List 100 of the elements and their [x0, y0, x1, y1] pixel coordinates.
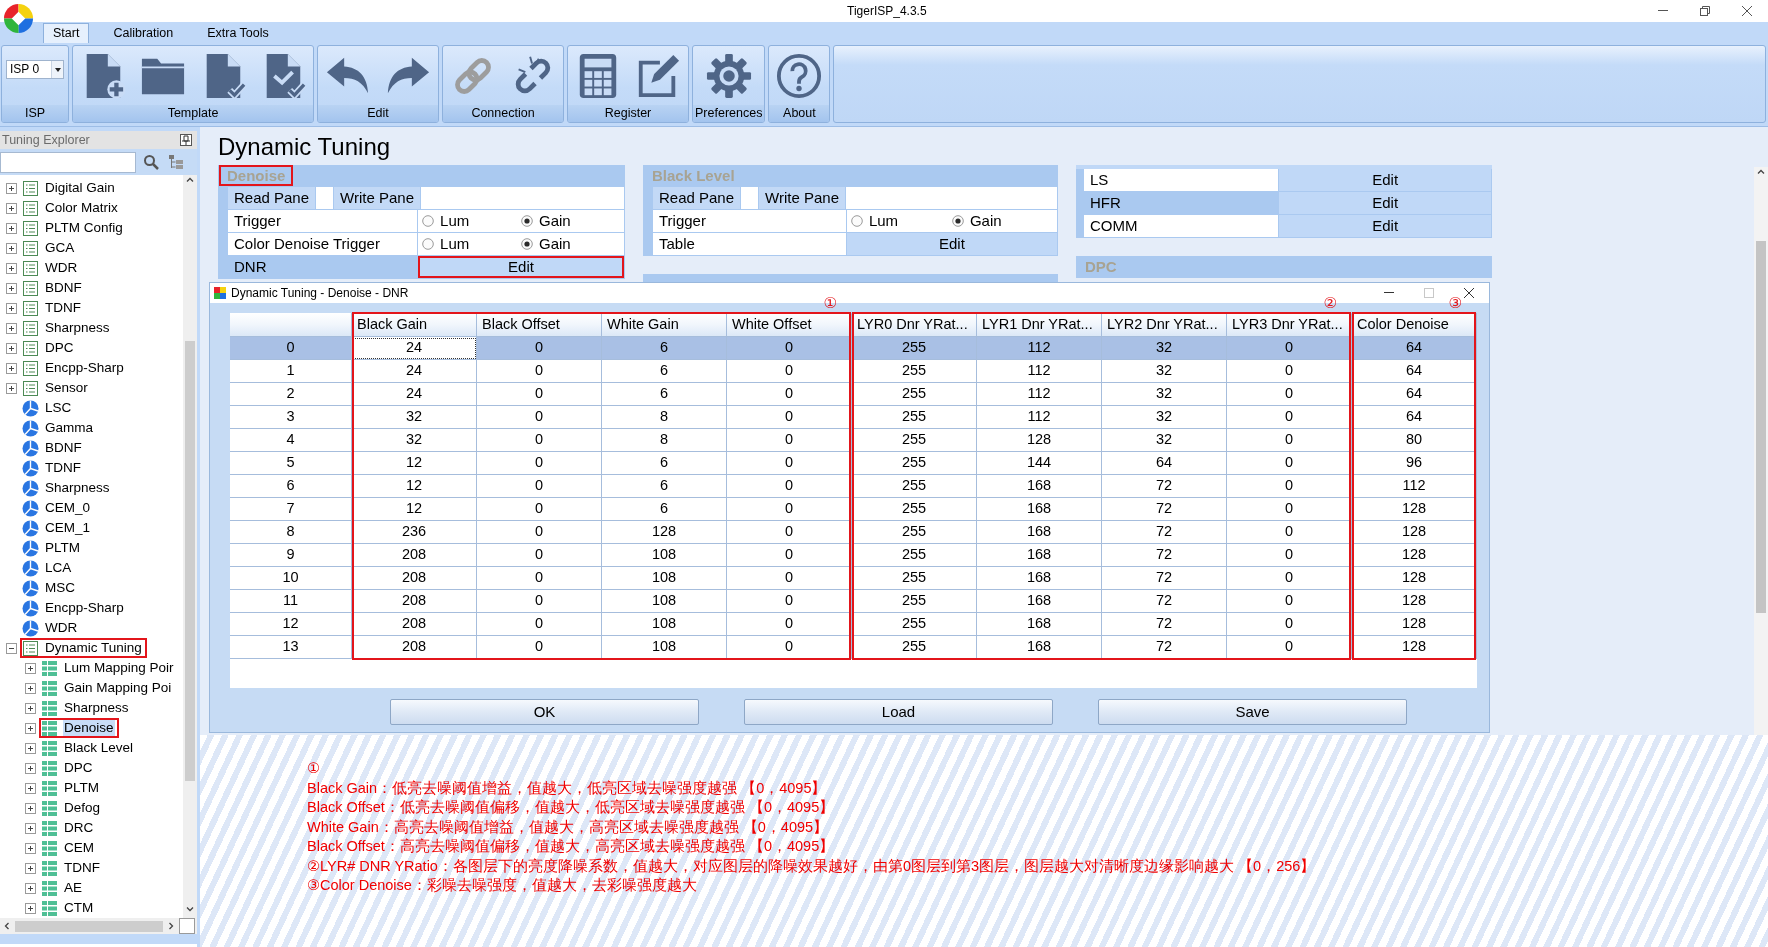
collapse-icon[interactable]	[6, 642, 17, 654]
expand-icon[interactable]	[25, 822, 36, 834]
expand-icon[interactable]	[25, 682, 36, 694]
pie-chart-icon	[22, 459, 39, 477]
expand-icon[interactable]	[25, 702, 36, 714]
tree-item[interactable]: Lum Mapping Poir	[39, 658, 179, 678]
expand-icon[interactable]	[25, 762, 36, 774]
edit-button[interactable]: Edit	[418, 256, 624, 278]
expand-icon[interactable]	[25, 862, 36, 874]
tree-item[interactable]: CTM	[39, 898, 99, 918]
expand-icon[interactable]	[25, 782, 36, 794]
dialog-button[interactable]: Load	[744, 699, 1053, 725]
tree-item[interactable]: Color Matrix	[20, 198, 123, 218]
edit-button[interactable]: Edit	[1279, 169, 1491, 191]
tree-item[interactable]: GCA	[20, 238, 80, 258]
expand-icon[interactable]	[6, 262, 17, 274]
dialog-button[interactable]: Save	[1098, 699, 1407, 725]
radio-button[interactable]	[521, 238, 534, 250]
tree-item[interactable]: BDNF	[20, 438, 87, 458]
tree-item[interactable]: BDNF	[20, 278, 87, 298]
radio-option[interactable]: Gain	[951, 212, 1053, 230]
search-field[interactable]	[0, 151, 136, 173]
tree-item[interactable]: CEM	[39, 838, 99, 858]
expand-icon[interactable]	[6, 182, 17, 194]
scroll-thumb[interactable]	[185, 341, 195, 781]
radio-button[interactable]	[850, 215, 863, 227]
radio-option[interactable]: Gain	[521, 212, 620, 230]
ribbon-tab[interactable]: Calibration	[103, 23, 184, 43]
tree-item[interactable]: Digital Gain	[20, 178, 120, 198]
tree-item[interactable]: LSC	[20, 398, 77, 418]
tree-item[interactable]: DPC	[39, 758, 98, 778]
radio-button[interactable]	[521, 215, 534, 227]
tree-item[interactable]: AE	[39, 878, 87, 898]
radio-button[interactable]	[422, 238, 435, 250]
edit-button[interactable]: Edit	[846, 233, 1057, 255]
expand-icon[interactable]	[25, 882, 36, 894]
tree-item[interactable]: WDR	[20, 258, 83, 278]
table-cell: 128	[1352, 636, 1477, 659]
expand-icon[interactable]	[6, 382, 17, 394]
tree-item[interactable]: TDNF	[20, 458, 86, 478]
tree-item[interactable]: Denoise	[39, 718, 119, 738]
scroll-thumb[interactable]	[1756, 241, 1766, 613]
radio-option[interactable]: Lum	[422, 235, 522, 253]
expand-icon[interactable]	[25, 842, 36, 854]
expand-icon[interactable]	[25, 722, 36, 734]
radio-button[interactable]	[422, 215, 435, 227]
annotation-marker: ③	[1448, 295, 1462, 311]
expand-icon[interactable]	[6, 322, 17, 334]
expand-icon[interactable]	[6, 362, 17, 374]
table-cell: 0	[727, 452, 852, 475]
tree-item[interactable]: Encpp-Sharp	[20, 598, 129, 618]
tree-item[interactable]: Sharpness	[20, 318, 115, 338]
tree-item[interactable]: DRC	[39, 818, 99, 838]
radio-option[interactable]: Lum	[850, 212, 952, 230]
tree-item[interactable]: Gain Mapping Poi	[39, 678, 177, 698]
tree-item[interactable]: PLTM	[20, 538, 85, 558]
tree-item[interactable]: TDNF	[20, 298, 86, 318]
scroll-thumb[interactable]	[15, 920, 163, 932]
edit-button[interactable]: Edit	[1279, 192, 1491, 214]
tree-item[interactable]: Sensor	[20, 378, 93, 398]
scroll-up-icon[interactable]	[1756, 167, 1766, 177]
expand-icon[interactable]	[25, 802, 36, 814]
tree-item[interactable]: WDR	[20, 618, 83, 638]
tree-item[interactable]: MSC	[20, 578, 80, 598]
expand-icon[interactable]	[25, 742, 36, 754]
tree-item[interactable]: DPC	[20, 338, 79, 358]
tree-item[interactable]: TDNF	[39, 858, 105, 878]
expand-icon[interactable]	[6, 242, 17, 254]
tree-item[interactable]: PLTM	[39, 778, 104, 798]
expand-icon[interactable]	[25, 662, 36, 674]
expand-icon[interactable]	[6, 342, 17, 354]
tree-item[interactable]: Gamma	[20, 418, 98, 438]
tree-item[interactable]: Sharpness	[20, 478, 115, 498]
radio-button[interactable]	[951, 215, 964, 227]
scroll-up-icon[interactable]	[185, 175, 195, 185]
edit-button[interactable]: Edit	[1279, 215, 1491, 237]
expand-icon[interactable]	[6, 302, 17, 314]
tree-item[interactable]: CEM_0	[20, 498, 95, 518]
tree-item[interactable]: Sharpness	[39, 698, 134, 718]
tree-item[interactable]: Encpp-Sharp	[20, 358, 129, 378]
radio-option[interactable]: Gain	[521, 235, 620, 253]
expand-icon[interactable]	[6, 282, 17, 294]
expand-icon[interactable]	[25, 902, 36, 914]
tree-item[interactable]: CEM_1	[20, 518, 95, 538]
expand-icon[interactable]	[6, 222, 17, 234]
ribbon-tab[interactable]: Extra Tools	[197, 23, 279, 43]
pin-button[interactable]	[179, 133, 193, 147]
dialog-button[interactable]: OK	[390, 699, 699, 725]
scroll-left-icon[interactable]	[2, 921, 12, 931]
scroll-down-icon[interactable]	[185, 904, 195, 914]
ribbon-tab[interactable]: Start	[43, 23, 90, 43]
tree-item[interactable]: Defog	[39, 798, 106, 818]
tree-item[interactable]: Black Level	[39, 738, 139, 758]
tree-item[interactable]: LCA	[20, 558, 77, 578]
isp-select[interactable]: ISP 0	[6, 60, 64, 79]
radio-option[interactable]: Lum	[422, 212, 522, 230]
scroll-right-icon[interactable]	[166, 921, 176, 931]
expand-icon[interactable]	[6, 202, 17, 214]
tree-item[interactable]: Dynamic Tuning	[20, 638, 147, 658]
tree-item[interactable]: PLTM Config	[20, 218, 128, 238]
